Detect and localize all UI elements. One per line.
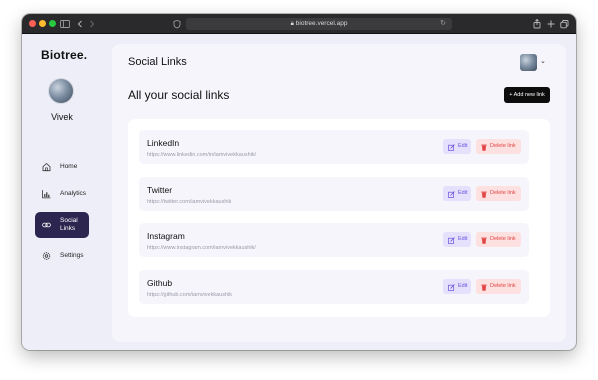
close-window-button[interactable] xyxy=(29,20,36,27)
link-row-instagram: Instagram https://www.instagram.com/iamv… xyxy=(139,223,529,257)
profile-avatar-button[interactable] xyxy=(520,54,537,71)
link-name: Github xyxy=(147,278,173,288)
link-url[interactable]: https://www.instagram.com/iamvivekkaushi… xyxy=(147,245,256,251)
reload-icon[interactable]: ↻ xyxy=(440,18,446,30)
sidebar-item-settings[interactable]: Settings xyxy=(35,243,89,269)
link-name: Twitter xyxy=(147,185,173,195)
edit-button-label: Edit xyxy=(458,236,468,242)
trash-icon xyxy=(481,236,487,244)
delete-button-label: Delete link xyxy=(490,190,516,196)
edit-button[interactable]: Edit xyxy=(443,139,471,154)
delete-link-button[interactable]: Delete link xyxy=(476,232,521,247)
avatar xyxy=(48,78,74,104)
delete-button-label: Delete link xyxy=(490,283,516,289)
delete-button-label: Delete link xyxy=(490,236,516,242)
link-row-linkedin: LinkedIn https://www.linkedin.com/in/iam… xyxy=(139,130,529,164)
edit-button-label: Edit xyxy=(458,283,468,289)
edit-button-label: Edit xyxy=(458,143,468,149)
gear-icon xyxy=(42,252,51,261)
share-icon[interactable] xyxy=(533,17,541,36)
edit-button[interactable]: Edit xyxy=(443,279,471,294)
sidebar-item-label: Settings xyxy=(60,252,84,259)
trash-icon xyxy=(481,143,487,151)
edit-icon xyxy=(448,143,455,151)
add-new-link-button[interactable]: + Add new link xyxy=(504,87,550,103)
delete-button-label: Delete link xyxy=(490,143,516,149)
link-url[interactable]: https://github.com/iamvivekkaushik xyxy=(147,292,232,298)
new-tab-icon[interactable] xyxy=(547,17,555,36)
sidebar-item-home[interactable]: Home xyxy=(35,154,89,180)
home-icon xyxy=(42,162,51,172)
trash-icon xyxy=(481,283,487,291)
link-url[interactable]: https://twitter.com/iamvivekkaushik xyxy=(147,199,231,205)
sidebar-item-label: Social Links xyxy=(60,217,78,233)
delete-link-button[interactable]: Delete link xyxy=(476,279,521,294)
link-url[interactable]: https://www.linkedin.com/in/iamvivekkaus… xyxy=(147,152,256,158)
lock-icon: 🔒︎ xyxy=(290,21,294,27)
edit-icon xyxy=(448,283,455,291)
sidebar: Biotree. Vivek Home Analytics Social Link… xyxy=(22,34,110,350)
link-row-twitter: Twitter https://twitter.com/iamvivekkaus… xyxy=(139,177,529,211)
maximize-window-button[interactable] xyxy=(49,20,56,27)
sidebar-item-label: Analytics xyxy=(60,190,87,197)
edit-button[interactable]: Edit xyxy=(443,186,471,201)
trash-icon xyxy=(481,190,487,198)
edit-icon xyxy=(448,236,455,244)
sidebar-item-label-line1: Social xyxy=(60,217,78,224)
section-heading: All your social links xyxy=(128,88,230,102)
main-panel: Social Links ⌄ All your social links + A… xyxy=(112,44,566,342)
minimize-window-button[interactable] xyxy=(39,20,46,27)
page-title: Social Links xyxy=(128,56,187,68)
link-name: LinkedIn xyxy=(147,138,180,148)
link-icon xyxy=(42,221,51,230)
link-row-github: Github https://github.com/iamvivekkaushi… xyxy=(139,270,529,304)
username: Vivek xyxy=(51,112,73,122)
address-bar-url: biotree.vercel.app xyxy=(295,20,348,27)
edit-button[interactable]: Edit xyxy=(443,232,471,247)
shield-icon[interactable] xyxy=(173,17,181,36)
tabs-icon[interactable] xyxy=(560,17,569,36)
browser-titlebar: 🔒︎ biotree.vercel.app ↻ xyxy=(22,14,576,34)
delete-link-button[interactable]: Delete link xyxy=(476,186,521,201)
brand-logo[interactable]: Biotree. xyxy=(41,48,87,62)
sidebar-item-social-links[interactable]: Social Links xyxy=(35,212,89,238)
link-name: Instagram xyxy=(147,231,185,241)
sidebar-item-label: Home xyxy=(60,163,78,170)
social-links-card: LinkedIn https://www.linkedin.com/in/iam… xyxy=(128,119,550,317)
delete-link-button[interactable]: Delete link xyxy=(476,139,521,154)
sidebar-item-label-line2: Links xyxy=(60,225,76,232)
edit-icon xyxy=(448,190,455,198)
edit-button-label: Edit xyxy=(458,190,468,196)
chart-icon xyxy=(42,190,51,199)
address-bar[interactable]: 🔒︎ biotree.vercel.app ↻ xyxy=(186,18,452,30)
browser-window: 🔒︎ biotree.vercel.app ↻ Biotree. Vivek Ho… xyxy=(22,14,576,350)
chevron-down-icon[interactable]: ⌄ xyxy=(540,57,546,65)
sidebar-item-analytics[interactable]: Analytics xyxy=(35,181,89,207)
